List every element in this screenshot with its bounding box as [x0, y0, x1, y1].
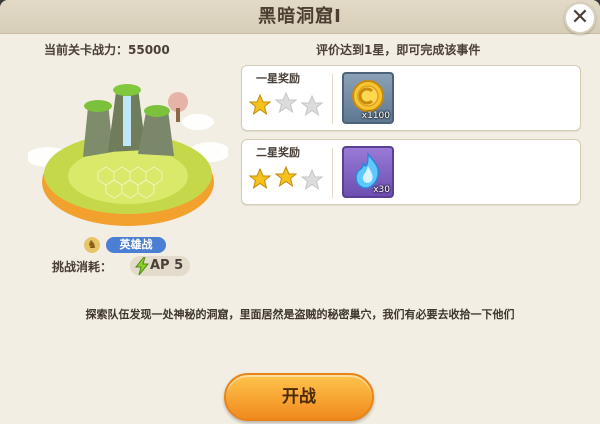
- cost-label: 挑战消耗：: [52, 260, 113, 274]
- stage-island-image: [28, 84, 228, 226]
- divider: [332, 74, 333, 124]
- reward-title: 一星奖励: [256, 72, 300, 85]
- stage-description: 探索队伍发现一处神秘的洞窟，里面居然是盗贼的秘密巢穴，我们有必要去收拾一下他们: [85, 308, 515, 321]
- dialog-title: 黑暗洞窟Ⅰ: [0, 0, 600, 34]
- star-icon-filled: [274, 166, 298, 188]
- cost-box: AP 5: [130, 256, 190, 276]
- hero-icon: ♞: [84, 237, 100, 253]
- start-battle-button[interactable]: 开战: [224, 373, 374, 421]
- star-icon-empty: [274, 92, 298, 114]
- reward-card-2star: 二星奖励 x30: [241, 139, 581, 205]
- reward-card-1star: 一星奖励 x1100: [241, 65, 581, 131]
- cost-value: AP 5: [150, 258, 184, 273]
- divider: [332, 148, 333, 198]
- requirement-text: 评价达到1星，即可完成该事件: [316, 43, 481, 57]
- star-rating: [248, 92, 324, 117]
- reward-item-slot[interactable]: x30: [342, 146, 394, 198]
- stage-dialog: 黑暗洞窟Ⅰ ✕ 当前关卡战力：55000 ♞ 英雄战 挑战消耗： AP 5 评价…: [0, 0, 600, 424]
- item-quantity: x1100: [361, 111, 390, 121]
- reward-title: 二星奖励: [256, 146, 300, 159]
- item-quantity: x30: [373, 185, 390, 195]
- stage-power-label: 当前关卡战力：55000: [44, 43, 170, 57]
- star-rating: [248, 166, 324, 191]
- close-icon: ✕: [570, 5, 590, 30]
- reward-item-slot[interactable]: x1100: [342, 72, 394, 124]
- lightning-bolt-icon: [134, 257, 150, 275]
- close-button[interactable]: ✕: [564, 2, 596, 34]
- star-icon-filled: [248, 167, 272, 190]
- mode-badge: 英雄战: [106, 237, 166, 253]
- star-icon-filled: [248, 93, 272, 116]
- star-icon-empty: [300, 168, 324, 191]
- star-icon-empty: [300, 94, 324, 117]
